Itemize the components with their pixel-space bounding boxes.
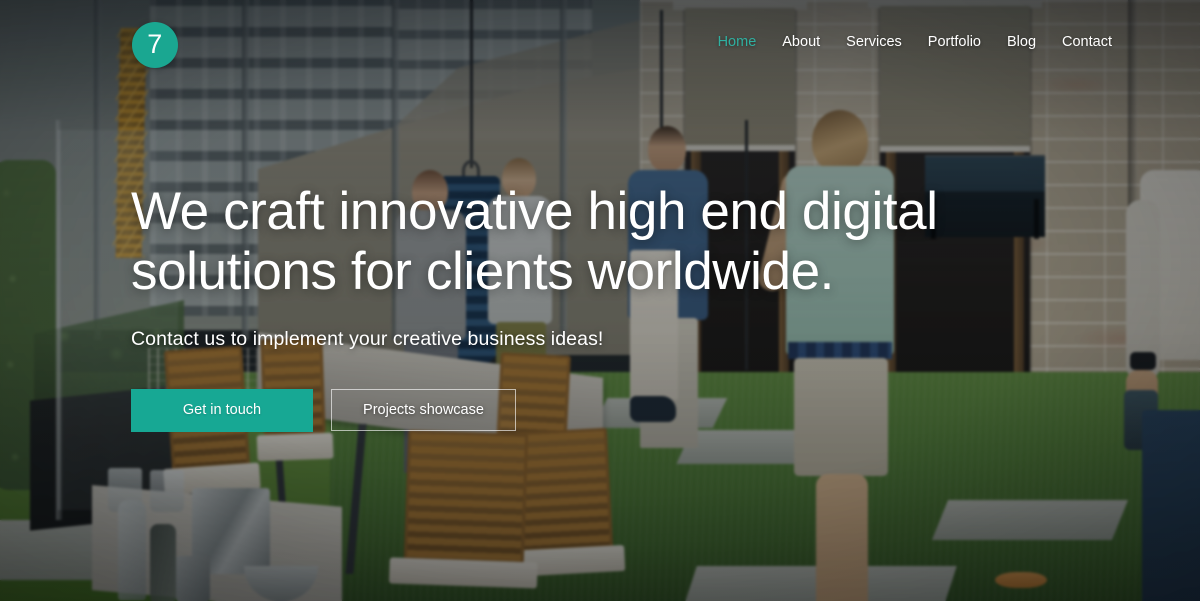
projects-showcase-button[interactable]: Projects showcase <box>331 388 516 431</box>
main-navigation: Home About Services Portfolio Blog Conta… <box>718 34 1112 50</box>
page-title: We craft innovative high end digital sol… <box>131 182 1031 302</box>
nav-item-services[interactable]: Services <box>846 34 902 50</box>
hero-section: 7 Home About Services Portfolio Blog Con… <box>0 0 1200 601</box>
nav-item-home[interactable]: Home <box>718 34 757 50</box>
brand-logo[interactable]: 7 <box>132 22 178 68</box>
nav-item-about[interactable]: About <box>782 34 820 50</box>
headline-line-2: solutions for clients worldwide. <box>131 241 835 301</box>
hero-copy: We craft innovative high end digital sol… <box>131 182 1031 432</box>
nav-item-portfolio[interactable]: Portfolio <box>928 34 981 50</box>
nav-item-blog[interactable]: Blog <box>1007 34 1036 50</box>
hero-subheadline: Contact us to implement your creative bu… <box>131 327 604 350</box>
headline-line-1: We craft innovative high end digital <box>131 182 938 241</box>
get-in-touch-button[interactable]: Get in touch <box>131 388 313 432</box>
brand-logo-text: 7 <box>147 28 163 59</box>
hero-foreground-ui: 7 Home About Services Portfolio Blog Con… <box>0 0 1200 601</box>
hero-cta-group: Get in touch Projects showcase <box>131 388 1031 432</box>
nav-item-contact[interactable]: Contact <box>1062 34 1112 50</box>
